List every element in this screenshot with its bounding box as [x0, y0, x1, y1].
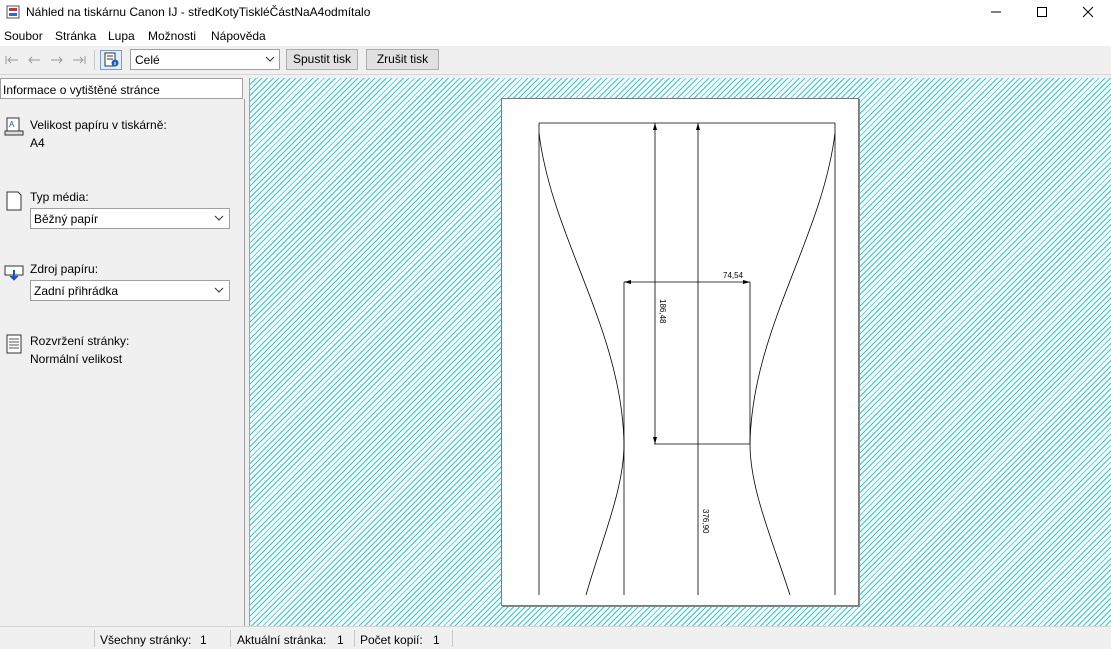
zoom-select-value: Celé — [135, 53, 160, 67]
paper-size-value: A4 — [30, 136, 45, 150]
minimize-icon — [991, 11, 1001, 13]
media-type-icon — [6, 191, 22, 211]
last-page-button[interactable] — [69, 51, 89, 69]
technical-drawing — [538, 122, 836, 596]
minimize-button[interactable] — [973, 0, 1019, 24]
chevron-down-icon — [214, 215, 224, 221]
current-page-value: 1 — [337, 633, 344, 647]
paper-source-icon — [4, 265, 24, 281]
arrow-right-icon — [51, 56, 63, 64]
first-page-button[interactable] — [2, 51, 22, 69]
next-page-button[interactable] — [47, 51, 67, 69]
panel-header: Informace o vytištěné stránce — [0, 78, 243, 99]
dimension-total-height-label: 376,90 — [701, 509, 710, 534]
menu-soubor[interactable]: Soubor — [4, 29, 43, 43]
preview-page: 74,54 186,48 376,90 — [501, 98, 859, 606]
dimension-width-label: 74,54 — [723, 271, 744, 280]
paper-size-icon: A — [4, 117, 24, 136]
svg-text:A: A — [9, 120, 15, 129]
menu-moznosti[interactable]: Možnosti — [148, 29, 196, 43]
close-icon — [1082, 6, 1094, 18]
panel-header-title: Informace o vytištěné stránce — [3, 83, 160, 97]
dimension-inner-height-label: 186,48 — [658, 299, 667, 324]
printer-app-icon — [6, 5, 20, 19]
panel-body: A Velikost papíru v tiskárně: A4 Typ méd… — [0, 99, 245, 626]
media-type-select[interactable]: Běžný papír — [30, 208, 230, 229]
paper-source-select[interactable]: Zadní přihrádka — [30, 280, 230, 301]
copies-value: 1 — [433, 633, 440, 647]
maximize-button[interactable] — [1019, 0, 1065, 24]
status-separator — [452, 630, 453, 647]
start-print-button[interactable]: Spustit tisk — [286, 49, 358, 70]
status-separator — [354, 630, 355, 647]
all-pages-label: Všechny stránky: — [100, 633, 192, 647]
page-layout-icon — [6, 334, 22, 354]
page-layout-value: Normální velikost — [30, 352, 123, 366]
page-info-panel: Informace o vytištěné stránce A Velikost… — [0, 78, 245, 626]
chevron-down-icon — [265, 56, 275, 62]
toolbar-separator — [94, 50, 95, 70]
arrow-left-icon — [28, 56, 40, 64]
menu-lupa[interactable]: Lupa — [108, 29, 135, 43]
status-separator — [230, 630, 231, 647]
paper-size-label: Velikost papíru v tiskárně: — [30, 118, 167, 132]
copies-label: Počet kopií: — [360, 633, 423, 647]
paper-source-value: Zadní přihrádka — [34, 284, 119, 298]
menu-bar: Soubor Stránka Lupa Možnosti Nápověda — [0, 24, 1111, 46]
chevron-down-icon — [214, 287, 224, 293]
maximize-icon — [1037, 7, 1047, 17]
current-page-label: Aktuální stránka: — [237, 633, 327, 647]
print-preview-area[interactable]: 74,54 186,48 376,90 — [249, 78, 1111, 626]
media-type-label: Typ média: — [30, 190, 89, 204]
cancel-print-button[interactable]: Zrušit tisk — [366, 49, 439, 70]
status-separator — [94, 630, 95, 647]
all-pages-value: 1 — [200, 633, 207, 647]
page-info-toggle-button[interactable] — [100, 50, 122, 70]
previous-page-button[interactable] — [24, 51, 44, 69]
menu-napoveda[interactable]: Nápověda — [211, 29, 266, 43]
menu-stranka[interactable]: Stránka — [55, 29, 96, 43]
toolbar: Celé Spustit tisk Zrušit tisk — [0, 46, 1111, 75]
close-button[interactable] — [1065, 0, 1111, 24]
status-bar: Všechny stránky: 1 Aktuální stránka: 1 P… — [0, 626, 1111, 649]
last-page-icon — [73, 56, 86, 64]
title-bar: Náhled na tiskárnu Canon IJ - středKotyT… — [0, 0, 1111, 24]
paper-source-label: Zdroj papíru: — [30, 262, 99, 276]
window-title: Náhled na tiskárnu Canon IJ - středKotyT… — [26, 5, 371, 19]
page-info-icon — [104, 52, 119, 67]
page-layout-label: Rozvržení stránky: — [30, 334, 130, 348]
first-page-icon — [5, 56, 18, 64]
zoom-select[interactable]: Celé — [130, 49, 280, 70]
media-type-value: Běžný papír — [34, 212, 99, 226]
